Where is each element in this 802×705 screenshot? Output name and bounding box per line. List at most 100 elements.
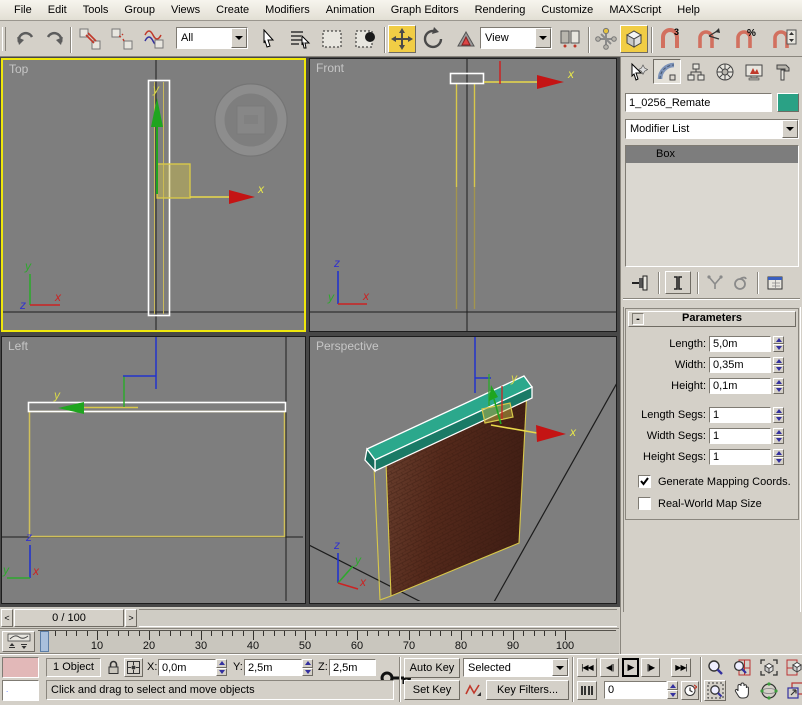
modifier-list-dropdown-arrow[interactable] bbox=[782, 120, 798, 138]
region-zoom-button[interactable] bbox=[704, 680, 726, 701]
length-segs-spinner[interactable] bbox=[773, 407, 784, 423]
modifier-list-combo[interactable]: Modifier List bbox=[625, 119, 799, 139]
menu-file[interactable]: File bbox=[6, 2, 40, 18]
tab-hierarchy[interactable] bbox=[682, 59, 710, 84]
x-coord-field[interactable] bbox=[158, 659, 216, 676]
maxscript-mini-listener-white[interactable]: . bbox=[2, 680, 39, 701]
viewport-front[interactable]: Front x z y x bbox=[309, 58, 617, 332]
modifier-stack-list[interactable]: Box bbox=[625, 145, 799, 267]
time-slider-prev-button[interactable]: < bbox=[1, 609, 13, 627]
frame-spinner[interactable] bbox=[667, 681, 678, 699]
selection-filter-dropdown-arrow[interactable] bbox=[231, 28, 247, 48]
menu-help[interactable]: Help bbox=[669, 2, 708, 18]
tab-motion[interactable] bbox=[711, 59, 739, 84]
height-segs-spinner[interactable] bbox=[773, 449, 784, 465]
track-bar-ruler[interactable]: 0102030405060708090100 bbox=[38, 630, 616, 654]
height-segs-field[interactable] bbox=[709, 449, 771, 465]
parameters-rollout-header[interactable]: - Parameters bbox=[628, 311, 796, 327]
pin-stack-button[interactable] bbox=[629, 273, 653, 293]
y-coord-spinner[interactable] bbox=[302, 659, 313, 676]
select-by-name-button[interactable] bbox=[286, 25, 314, 53]
x-coord-spinner[interactable] bbox=[216, 659, 227, 676]
pan-button[interactable] bbox=[731, 680, 753, 701]
coord-system-dropdown-arrow[interactable] bbox=[535, 28, 551, 48]
selection-lock-toggle[interactable] bbox=[105, 658, 122, 677]
z-coord-field[interactable] bbox=[329, 659, 376, 676]
zoom-extents-button[interactable] bbox=[758, 657, 780, 678]
selection-filter-combo[interactable]: All bbox=[176, 27, 248, 49]
menu-group[interactable]: Group bbox=[116, 2, 163, 18]
object-color-swatch[interactable] bbox=[777, 93, 799, 112]
key-mode-dropdown-arrow[interactable] bbox=[552, 659, 568, 676]
current-frame-marker[interactable] bbox=[40, 631, 49, 652]
select-and-move-button[interactable] bbox=[388, 25, 416, 53]
remove-modifier-button[interactable] bbox=[728, 273, 752, 293]
time-configuration-button[interactable] bbox=[681, 681, 699, 700]
viewport-top[interactable]: Top x y bbox=[1, 58, 306, 332]
absolute-offset-toggle[interactable] bbox=[124, 658, 143, 677]
default-tangents-button[interactable] bbox=[463, 680, 482, 700]
select-and-rotate-button[interactable] bbox=[420, 25, 448, 53]
tab-display[interactable] bbox=[740, 59, 768, 84]
menu-tools[interactable]: Tools bbox=[75, 2, 117, 18]
menu-modifiers[interactable]: Modifiers bbox=[257, 2, 318, 18]
menu-animation[interactable]: Animation bbox=[318, 2, 383, 18]
time-slider-next-button[interactable]: > bbox=[125, 609, 137, 627]
y-coord-field[interactable] bbox=[244, 659, 302, 676]
snap-3d-button[interactable]: 3 bbox=[656, 25, 684, 53]
menu-rendering[interactable]: Rendering bbox=[467, 2, 534, 18]
menu-graph-editors[interactable]: Graph Editors bbox=[383, 2, 467, 18]
current-frame-field[interactable] bbox=[604, 681, 667, 699]
snaps-toggle-button[interactable] bbox=[620, 25, 648, 53]
auto-key-button[interactable]: Auto Key bbox=[404, 658, 460, 678]
length-field[interactable] bbox=[709, 336, 771, 352]
arc-rotate-button[interactable] bbox=[758, 680, 780, 701]
redo-button[interactable] bbox=[40, 25, 68, 53]
select-and-manipulate-button[interactable] bbox=[592, 25, 620, 53]
play-button[interactable]: ▶ bbox=[622, 658, 639, 677]
width-field[interactable] bbox=[709, 357, 771, 373]
go-to-start-button[interactable]: |◀◀ bbox=[577, 658, 597, 677]
angle-snap-button[interactable] bbox=[694, 25, 722, 53]
maxscript-mini-listener-pink[interactable] bbox=[2, 657, 39, 678]
key-mode-combo[interactable]: Selected bbox=[463, 658, 569, 677]
undo-button[interactable] bbox=[12, 25, 40, 53]
previous-frame-button[interactable]: ◀|| bbox=[600, 658, 619, 677]
object-name-field[interactable] bbox=[625, 93, 772, 112]
menu-edit[interactable]: Edit bbox=[40, 2, 75, 18]
maximize-viewport-toggle[interactable] bbox=[784, 680, 802, 701]
key-filters-button[interactable]: Key Filters... bbox=[486, 680, 569, 700]
coord-system-combo[interactable]: View bbox=[480, 27, 552, 49]
show-end-result-button[interactable] bbox=[665, 271, 691, 294]
width-segs-spinner[interactable] bbox=[773, 428, 784, 444]
menu-maxscript[interactable]: MAXScript bbox=[601, 2, 669, 18]
tab-modify[interactable] bbox=[653, 59, 681, 84]
length-segs-field[interactable] bbox=[709, 407, 771, 423]
height-spinner[interactable] bbox=[773, 378, 784, 394]
selection-region-button[interactable] bbox=[318, 25, 346, 53]
key-mode-toggle-button[interactable] bbox=[577, 681, 597, 700]
menu-create[interactable]: Create bbox=[208, 2, 257, 18]
go-to-end-button[interactable]: ▶▶| bbox=[671, 658, 691, 677]
bind-spacewarp-button[interactable] bbox=[140, 25, 168, 53]
set-key-button[interactable]: Set Key bbox=[404, 680, 460, 700]
spinner-snap-button[interactable] bbox=[770, 25, 798, 53]
length-spinner[interactable] bbox=[773, 336, 784, 352]
height-field[interactable] bbox=[709, 378, 771, 394]
width-segs-field[interactable] bbox=[709, 428, 771, 444]
unlink-button[interactable] bbox=[108, 25, 136, 53]
rollout-collapse-button[interactable]: - bbox=[632, 313, 644, 325]
menu-views[interactable]: Views bbox=[163, 2, 208, 18]
stack-item-box[interactable]: Box bbox=[626, 146, 798, 163]
viewport-perspective[interactable]: Perspective bbox=[309, 336, 617, 604]
tab-create[interactable] bbox=[624, 59, 652, 84]
mini-curve-editor-button[interactable] bbox=[2, 631, 35, 652]
make-unique-button[interactable] bbox=[703, 273, 727, 293]
select-and-scale-button[interactable] bbox=[452, 25, 480, 53]
time-slider-track[interactable] bbox=[139, 609, 617, 627]
menu-customize[interactable]: Customize bbox=[533, 2, 601, 18]
generate-mapping-coords-checkbox[interactable] bbox=[638, 475, 651, 488]
use-pivot-center-button[interactable] bbox=[556, 25, 584, 53]
toolbar-handle[interactable] bbox=[2, 27, 6, 51]
window-crossing-button[interactable] bbox=[352, 25, 380, 53]
